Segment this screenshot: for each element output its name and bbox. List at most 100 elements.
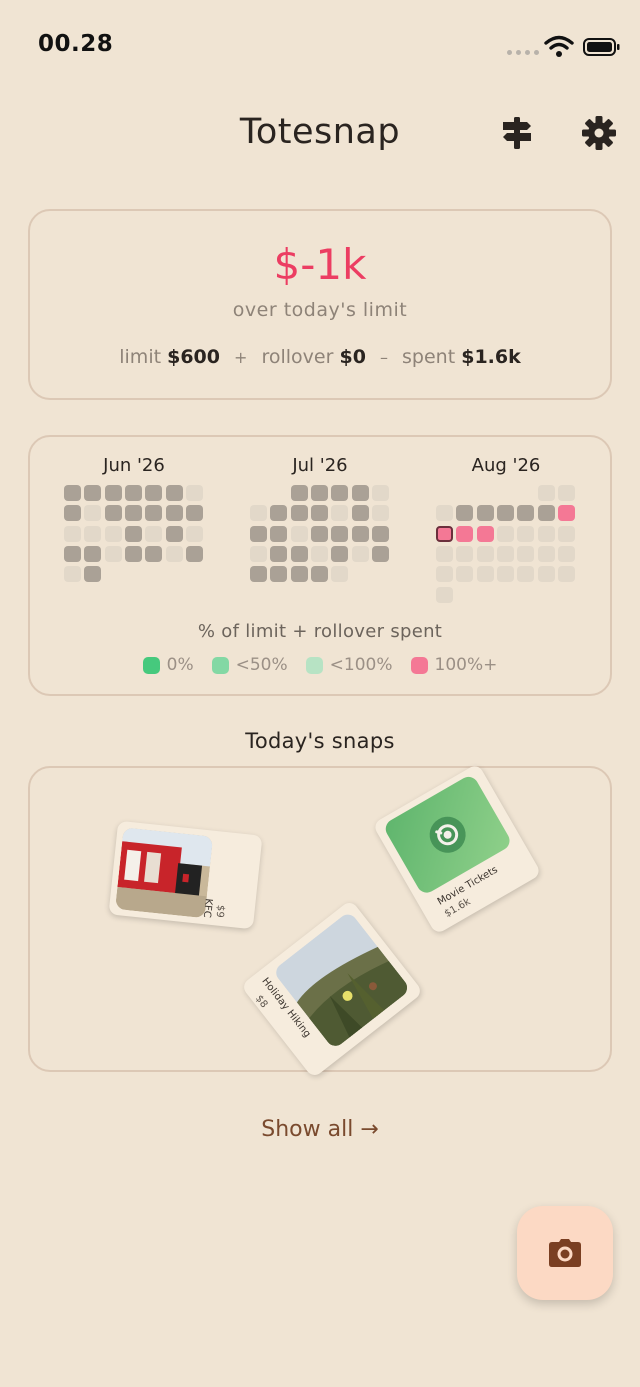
day-cell[interactable] [537, 545, 555, 562]
day-cell[interactable] [496, 525, 514, 542]
day-cell[interactable] [124, 545, 142, 562]
day-cell[interactable] [104, 545, 122, 562]
day-cell[interactable] [371, 545, 389, 562]
day-cell[interactable] [310, 525, 328, 542]
day-cell[interactable] [436, 545, 453, 562]
day-cell[interactable] [436, 505, 453, 522]
day-cell[interactable] [436, 566, 453, 583]
day-cell[interactable] [557, 566, 575, 583]
day-cell[interactable] [557, 545, 575, 562]
day-cell[interactable] [476, 525, 494, 542]
day-cell[interactable] [351, 545, 369, 562]
day-cell[interactable] [331, 566, 349, 583]
day-cell[interactable] [436, 586, 453, 603]
day-cell[interactable] [145, 545, 163, 562]
day-cell[interactable] [331, 505, 349, 522]
day-cell[interactable] [270, 525, 288, 542]
gear-icon[interactable] [581, 115, 617, 151]
day-cell[interactable] [124, 485, 142, 501]
day-cell[interactable] [145, 505, 163, 522]
day-cell[interactable] [84, 505, 102, 522]
day-cell[interactable] [310, 505, 328, 522]
day-cell[interactable] [185, 545, 203, 562]
day-cell[interactable] [104, 525, 122, 542]
day-cell[interactable] [557, 485, 575, 501]
day-cell[interactable] [456, 545, 474, 562]
day-cell[interactable] [496, 505, 514, 522]
day-cell[interactable] [476, 545, 494, 562]
day-cell[interactable] [124, 525, 142, 542]
camera-button[interactable] [517, 1206, 613, 1300]
day-cell[interactable] [476, 505, 494, 522]
day-cell[interactable] [165, 505, 183, 522]
day-cell[interactable] [371, 505, 389, 522]
day-cell[interactable] [517, 566, 535, 583]
day-cell[interactable] [496, 545, 514, 562]
day-cell[interactable] [165, 545, 183, 562]
day-cell[interactable] [290, 505, 308, 522]
day-cell[interactable] [456, 505, 474, 522]
day-cell[interactable] [64, 525, 81, 542]
signpost-icon[interactable] [499, 115, 535, 151]
day-cell[interactable] [537, 505, 555, 522]
day-cell[interactable] [537, 525, 555, 542]
day-cell[interactable] [351, 525, 369, 542]
day-cell[interactable] [310, 485, 328, 501]
day-cell[interactable] [165, 525, 183, 542]
day-cell[interactable] [290, 485, 308, 501]
day-cell[interactable] [270, 545, 288, 562]
day-cell[interactable] [537, 485, 555, 501]
day-cell[interactable] [250, 545, 267, 562]
day-cell[interactable] [145, 485, 163, 501]
day-cell-today[interactable] [436, 525, 453, 542]
day-cell[interactable] [84, 485, 102, 501]
day-cell[interactable] [185, 485, 203, 501]
day-cell[interactable] [331, 545, 349, 562]
day-cell[interactable] [331, 485, 349, 501]
day-cell[interactable] [290, 566, 308, 583]
day-cell[interactable] [64, 566, 81, 583]
day-cell[interactable] [84, 545, 102, 562]
day-cell[interactable] [84, 566, 102, 583]
day-cell[interactable] [351, 505, 369, 522]
day-cell[interactable] [124, 505, 142, 522]
day-cell[interactable] [537, 566, 555, 583]
day-cell[interactable] [371, 485, 389, 501]
day-cell[interactable] [250, 525, 267, 542]
day-cell[interactable] [310, 566, 328, 583]
day-cell[interactable] [310, 545, 328, 562]
day-cell[interactable] [456, 566, 474, 583]
day-cell[interactable] [331, 525, 349, 542]
day-cell[interactable] [290, 525, 308, 542]
legend-swatch-100plus [410, 656, 428, 674]
day-cell[interactable] [250, 566, 267, 583]
day-cell[interactable] [557, 525, 575, 542]
day-cell[interactable] [270, 566, 288, 583]
legend-item-0: 0% [142, 655, 194, 675]
day-cell[interactable] [517, 545, 535, 562]
day-cell[interactable] [185, 525, 203, 542]
show-all-link[interactable]: Show all → [0, 1117, 640, 1142]
day-cell[interactable] [104, 505, 122, 522]
day-cell[interactable] [64, 485, 81, 501]
day-cell[interactable] [270, 505, 288, 522]
day-cell[interactable] [496, 566, 514, 583]
day-cell[interactable] [351, 485, 369, 501]
day-cell[interactable] [456, 525, 474, 542]
day-cell[interactable] [64, 545, 81, 562]
day-cell[interactable] [84, 525, 102, 542]
day-cell[interactable] [517, 525, 535, 542]
day-cell[interactable] [64, 505, 81, 522]
day-cell[interactable] [476, 566, 494, 583]
day-cell[interactable] [185, 505, 203, 522]
day-cell[interactable] [371, 525, 389, 542]
day-cell[interactable] [557, 505, 575, 522]
day-cell[interactable] [104, 485, 122, 501]
day-cell[interactable] [145, 525, 163, 542]
day-cell[interactable] [517, 505, 535, 522]
spent-value: $1.6k [461, 346, 521, 368]
day-cell[interactable] [290, 545, 308, 562]
day-cell[interactable] [250, 505, 267, 522]
snap-card-kfc[interactable]: KFC $9 [108, 820, 263, 930]
day-cell[interactable] [165, 485, 183, 501]
